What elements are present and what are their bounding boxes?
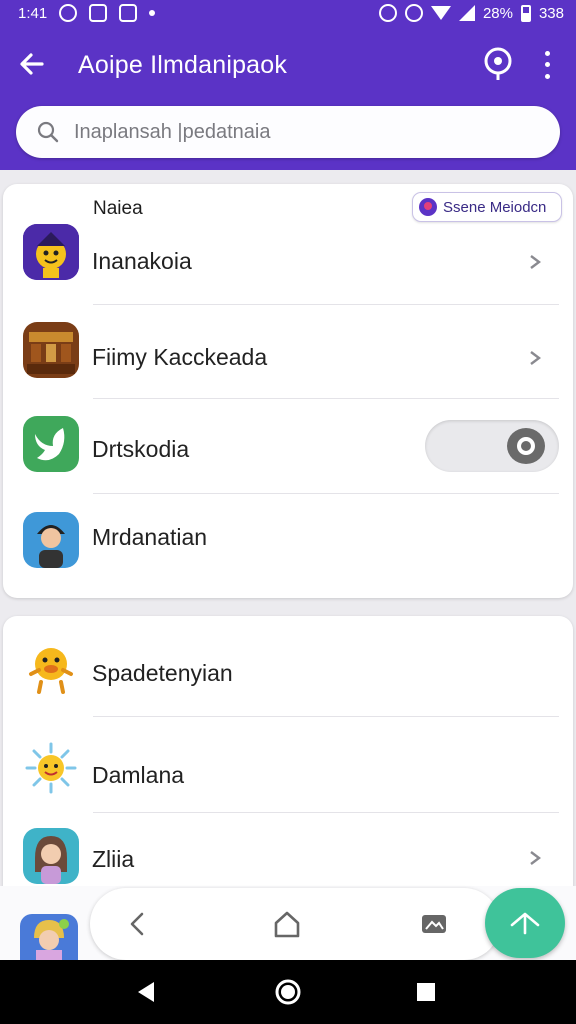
home-circle-icon[interactable]: [272, 976, 304, 1008]
divider: [93, 716, 559, 717]
list-item-label: Inanakoia: [92, 248, 192, 274]
status-time: 1:41: [18, 4, 48, 22]
bird-logo-icon: [23, 416, 79, 472]
toggle-switch[interactable]: [425, 420, 559, 472]
list-item[interactable]: Mrdanatian: [3, 512, 573, 592]
status-extra: 338: [538, 4, 564, 22]
list-item[interactable]: Spadetenyian: [3, 632, 573, 712]
search-bar[interactable]: Inaplansah |pedatnaia: [16, 106, 560, 158]
notification-dot-icon: [149, 10, 156, 16]
list-item[interactable]: Fiimy Kacckeada: [3, 322, 573, 402]
arrow-up-icon: [510, 912, 540, 935]
divider: [93, 398, 559, 399]
list-item[interactable]: Drtskodia: [3, 416, 573, 496]
chevron-right-icon: [530, 255, 541, 269]
location-pin-icon: [484, 47, 512, 80]
wifi-icon: [430, 6, 451, 20]
more-vert-icon: [544, 51, 550, 57]
status-bar: 1:41 28% 338: [0, 0, 576, 28]
divider: [93, 493, 559, 494]
vibrate-icon: [378, 4, 397, 22]
list-item[interactable]: Inanakoia: [3, 224, 573, 304]
toggle-knob: [507, 428, 545, 464]
app-header: 1:41 28% 338 Aoipe Ilmdanipaok Inaplansa…: [0, 0, 576, 170]
person-avatar-icon: [23, 512, 79, 568]
system-navigation-bar: [0, 960, 576, 1024]
section-chip-button[interactable]: Ssene Meiodcn: [412, 192, 562, 222]
recents-square-icon[interactable]: [410, 976, 442, 1008]
alarm-icon: [59, 4, 78, 22]
divider: [93, 812, 559, 813]
section-heading: Naiea: [93, 198, 143, 219]
gallery-notification-icon: [89, 4, 108, 22]
list-item-label: Damlana: [92, 762, 185, 788]
duck-sticker-icon: [23, 638, 79, 694]
app-bar: Aoipe Ilmdanipaok: [0, 32, 576, 96]
sun-sticker-icon: [23, 740, 79, 796]
profile-badge-icon: [419, 198, 437, 216]
search-input[interactable]: Inaplansah |pedatnaia: [74, 121, 270, 144]
list-item-label: Spadetenyian: [92, 660, 233, 686]
list-item-label: Zliia: [92, 846, 135, 872]
list-item-label: Drtskodia: [92, 436, 190, 462]
more-options-button[interactable]: [534, 48, 560, 82]
search-icon: [37, 121, 59, 143]
battery-percent: 28%: [482, 4, 513, 22]
divider: [93, 304, 559, 305]
list-item-label: Fiimy Kacckeada: [92, 344, 268, 370]
home-icon[interactable]: [269, 906, 305, 942]
back-icon[interactable]: [120, 906, 156, 942]
back-button[interactable]: [14, 46, 50, 82]
list-item-label: Mrdanatian: [92, 524, 208, 550]
battery-icon: [520, 4, 531, 22]
fairy-avatar-icon[interactable]: [20, 914, 78, 960]
chevron-right-icon: [530, 851, 541, 865]
image-icon[interactable]: [416, 906, 452, 942]
settings-card-primary: Naiea Ssene Meiodcn Inanakoia Fiimy Kacc…: [3, 184, 573, 598]
bottom-dock: [90, 888, 500, 960]
signal-icon: [458, 5, 475, 21]
media-notification-icon: [119, 4, 138, 22]
bluetooth-icon: [404, 4, 423, 22]
game-scene-icon: [23, 322, 79, 378]
character-avatar-icon: [23, 224, 79, 280]
location-button[interactable]: [480, 46, 516, 82]
arrow-left-icon: [20, 53, 44, 75]
chip-label: Ssene Meiodcn: [443, 198, 547, 216]
page-title: Aoipe Ilmdanipaok: [78, 51, 288, 79]
settings-card-secondary: Spadetenyian Damlana Zliia: [3, 616, 573, 916]
back-triangle-icon[interactable]: [130, 976, 162, 1008]
scroll-up-fab[interactable]: [485, 888, 565, 958]
girl-avatar-icon: [23, 828, 79, 884]
list-item[interactable]: Damlana: [3, 734, 573, 814]
chevron-right-icon: [530, 351, 541, 365]
